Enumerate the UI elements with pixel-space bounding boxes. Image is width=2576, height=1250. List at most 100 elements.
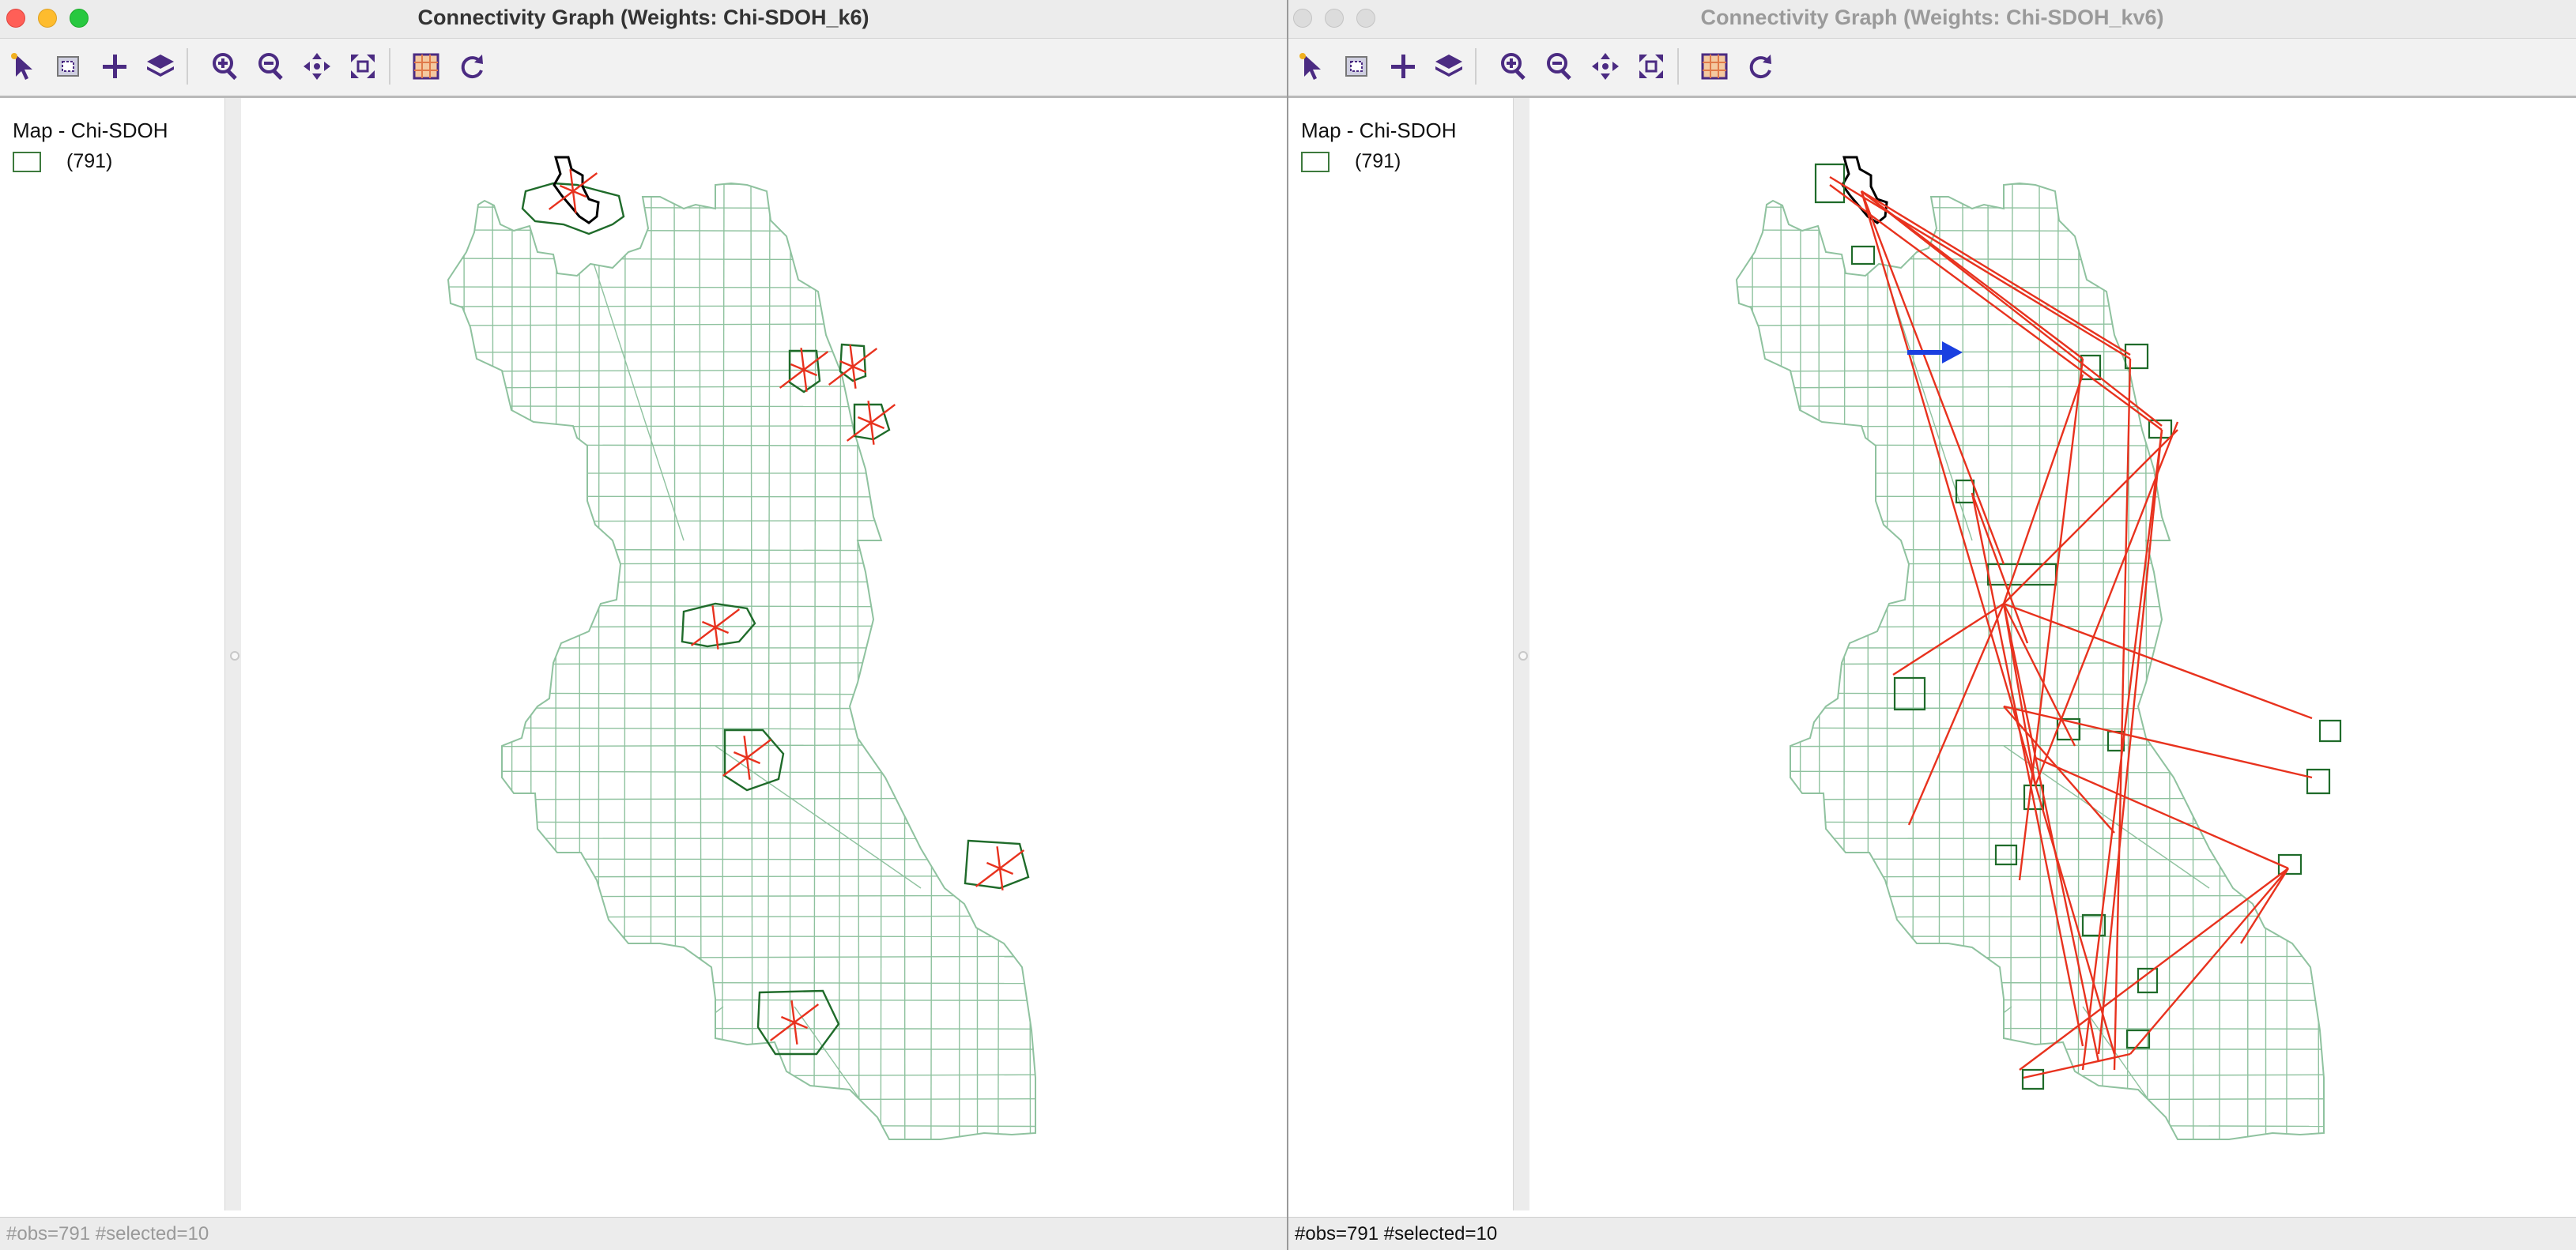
graph-edge <box>2035 756 2289 870</box>
status-text: #obs=791 #selected=10 <box>6 1223 209 1244</box>
graph-edge <box>559 184 574 193</box>
selection-shape-icon[interactable] <box>1339 48 1375 85</box>
graph-edge <box>2002 603 2100 1063</box>
graph-edge <box>733 751 748 759</box>
selected-neighborhood[interactable] <box>2021 1068 2045 1090</box>
toolbar-separator <box>1677 48 1679 85</box>
tract-grid <box>448 183 1035 1139</box>
legend-swatch[interactable] <box>13 152 41 172</box>
graph-edge <box>2081 429 2163 1071</box>
pan-icon[interactable] <box>299 48 335 85</box>
graph-edge <box>746 739 772 759</box>
graph-edge <box>690 627 716 646</box>
graph-edge <box>711 605 717 628</box>
graph-edge <box>869 422 875 445</box>
pan-icon[interactable] <box>1587 48 1624 85</box>
title-bar[interactable]: Connectivity Graph (Weights: Chi-SDOH_k6… <box>0 0 1287 39</box>
toolbar-separator <box>389 48 390 85</box>
title-bar[interactable]: Connectivity Graph (Weights: Chi-SDOH_kv… <box>1288 0 2576 39</box>
pane-splitter[interactable] <box>225 98 241 1210</box>
graph-edge <box>851 366 857 389</box>
graph-edge <box>780 1015 795 1024</box>
window-title: Connectivity Graph (Weights: Chi-SDOH_kv… <box>1700 6 2164 29</box>
toolbar-separator <box>187 48 188 85</box>
graph-edge <box>790 1000 796 1023</box>
graph-edge <box>802 369 808 392</box>
zoom-in-icon[interactable] <box>1495 48 1532 85</box>
selected-neighborhood[interactable] <box>1994 844 2018 866</box>
pane-splitter[interactable] <box>1514 98 1529 1210</box>
map-canvas[interactable] <box>241 98 1287 1210</box>
legend-title: Map - Chi-SDOH <box>1301 119 1457 142</box>
connectivity-map[interactable] <box>241 98 1287 1210</box>
zoom-in-icon[interactable] <box>207 48 243 85</box>
map-settings-icon[interactable] <box>1696 48 1733 85</box>
add-point-icon[interactable] <box>96 48 133 85</box>
select-tool-icon[interactable] <box>6 48 43 85</box>
fit-to-extent-icon[interactable] <box>345 48 381 85</box>
graph-edge <box>975 868 1001 887</box>
graph-edge <box>2003 602 2313 720</box>
graph-edge <box>793 1022 798 1045</box>
graph-edge <box>1971 492 2029 644</box>
legend-count: (791) <box>66 150 113 172</box>
graph-edge <box>839 360 854 368</box>
status-text: #obs=791 #selected=10 <box>1295 1223 1498 1244</box>
selected-neighborhood[interactable] <box>2277 853 2303 875</box>
splitter-handle[interactable] <box>1518 651 1528 661</box>
graph-edge <box>715 608 741 628</box>
selected-tract[interactable] <box>1841 156 1888 224</box>
connectivity-graph-window-k6[interactable]: Connectivity Graph (Weights: Chi-SDOH_k6… <box>0 0 1288 1250</box>
graph-edge <box>996 846 1001 869</box>
refresh-icon[interactable] <box>454 48 490 85</box>
graph-edge <box>779 369 805 389</box>
graph-edge <box>999 867 1014 875</box>
graph-edge <box>722 757 748 777</box>
selected-neighborhood[interactable] <box>2124 343 2149 370</box>
splitter-handle[interactable] <box>230 651 239 661</box>
toolbar <box>0 39 1287 98</box>
legend-pane[interactable]: Map - Chi-SDOH (791) <box>0 98 225 1210</box>
layers-icon[interactable] <box>142 48 179 85</box>
blue-arrow-icon <box>1907 341 1963 363</box>
graph-edge <box>769 1022 795 1041</box>
window-title: Connectivity Graph (Weights: Chi-SDOH_k6… <box>417 6 869 29</box>
map-canvas[interactable] <box>1529 98 2576 1210</box>
graph-edge <box>986 861 1001 870</box>
graph-edge <box>745 757 751 780</box>
graph-edge <box>849 345 854 367</box>
toolbar-separator <box>1475 48 1477 85</box>
graph-edge <box>746 756 761 765</box>
graph-edge <box>1829 184 2163 431</box>
connectivity-graph-window-kv6[interactable]: Connectivity Graph (Weights: Chi-SDOH_kv… <box>1288 0 2576 1250</box>
toolbar <box>1288 39 2576 98</box>
refresh-icon[interactable] <box>1742 48 1778 85</box>
selected-neighborhood[interactable] <box>2306 768 2331 795</box>
selected-neighborhood[interactable] <box>2318 719 2342 743</box>
graph-edge <box>569 169 575 192</box>
graph-edge <box>790 363 805 371</box>
graph-edge <box>870 421 885 430</box>
graph-edge <box>2003 705 2313 779</box>
graph-edge <box>715 626 730 634</box>
graph-edge <box>852 365 867 374</box>
select-tool-icon[interactable] <box>1295 48 1331 85</box>
zoom-out-icon[interactable] <box>1541 48 1578 85</box>
graph-edge <box>999 849 1025 869</box>
legend-count: (791) <box>1355 150 1401 172</box>
graph-edge <box>857 416 872 424</box>
graph-edge <box>2002 374 2084 604</box>
city-boundary <box>447 182 1036 1140</box>
map-settings-icon[interactable] <box>408 48 444 85</box>
fit-to-extent-icon[interactable] <box>1633 48 1669 85</box>
selection-shape-icon[interactable] <box>51 48 87 85</box>
legend-pane[interactable]: Map - Chi-SDOH (791) <box>1288 98 1514 1210</box>
zoom-out-icon[interactable] <box>253 48 289 85</box>
layers-icon[interactable] <box>1431 48 1467 85</box>
city-boundary <box>1735 182 2325 1140</box>
status-bar: #obs=791 #selected=10 <box>1288 1217 2576 1250</box>
legend-swatch[interactable] <box>1301 152 1329 172</box>
add-point-icon[interactable] <box>1385 48 1421 85</box>
connectivity-map[interactable] <box>1529 98 2575 1210</box>
selected-neighborhood[interactable] <box>1850 245 1876 265</box>
